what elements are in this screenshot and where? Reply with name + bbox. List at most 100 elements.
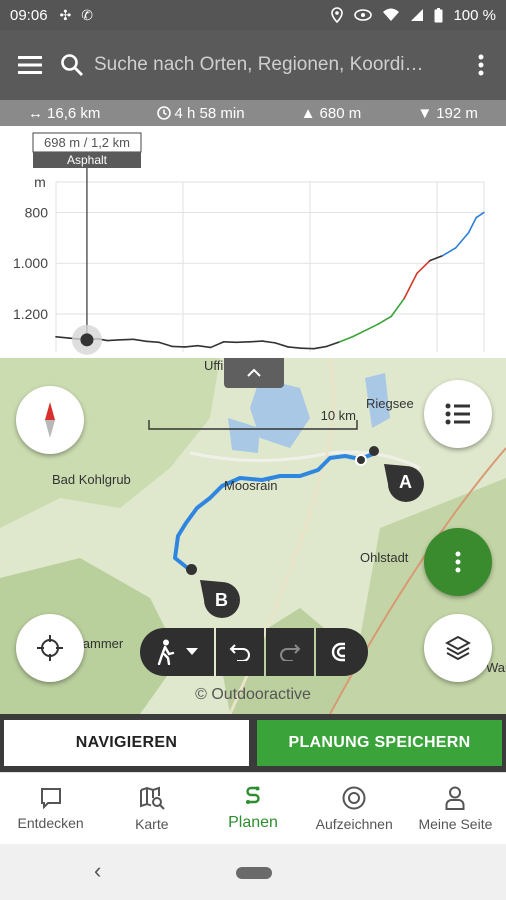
stat-duration: 4 h 58 min: [156, 104, 245, 122]
top-app-bar: Suche nach Orten, Regionen, Koordi…: [0, 30, 506, 100]
system-home-pill[interactable]: [236, 867, 272, 879]
stat-ascent: ▲ 680 m: [301, 105, 362, 122]
battery-icon: [434, 7, 443, 22]
save-plan-button[interactable]: PLANUNG SPEICHERN: [257, 720, 502, 766]
marker-a-label: A: [399, 472, 412, 492]
round-trip-icon: [331, 642, 345, 662]
system-back-icon[interactable]: ‹: [94, 858, 101, 884]
chart-grid: [55, 181, 485, 352]
nav-item-entdecken[interactable]: Entdecken: [0, 773, 101, 844]
data-saver-icon: [354, 9, 373, 21]
more-vertical-icon: [455, 551, 461, 573]
undo-button[interactable]: [216, 628, 264, 676]
waypoint-list-button[interactable]: [424, 380, 492, 448]
elevation-segment: [300, 347, 315, 350]
collapse-chart-button[interactable]: [224, 358, 284, 388]
my-location-button[interactable]: [16, 614, 84, 682]
distance-icon: ↔: [28, 104, 44, 122]
chevron-up-icon: [247, 368, 261, 377]
menu-button[interactable]: [0, 30, 60, 100]
location-icon: [331, 7, 344, 23]
duration-value: 4 h 58 min: [174, 104, 245, 122]
elevation-segment: [467, 216, 478, 234]
elevation-segment: [184, 344, 199, 348]
route-end-point[interactable]: [186, 564, 197, 575]
elevation-segment: [261, 340, 276, 344]
map-layers-button[interactable]: [424, 614, 492, 682]
status-bar: 09:06 ✣ ✆ 100 %: [0, 0, 506, 30]
marker-b-label: B: [215, 590, 228, 610]
list-numbered-icon: [445, 403, 470, 425]
ascent-icon: ▲: [300, 104, 316, 122]
map-view[interactable]: Bad Kohlgrub Riegsee Moosrain Ohlstadt b…: [0, 358, 506, 714]
elevation-segment: [274, 342, 289, 348]
search-field[interactable]: Suche nach Orten, Regionen, Koordi…: [60, 30, 456, 100]
search-placeholder: Suche nach Orten, Regionen, Koordi…: [94, 54, 424, 75]
more-vertical-icon: [478, 54, 484, 76]
elevation-segment: [441, 247, 457, 257]
redo-button[interactable]: [266, 628, 314, 676]
route-planner-icon: [246, 786, 260, 804]
place-waid: Waid: [486, 660, 506, 675]
layers-icon: [445, 635, 471, 661]
elevation-segment: [416, 259, 431, 275]
tooltip-value: 698 m / 1,2 km: [44, 135, 130, 150]
nav-item-karte[interactable]: Karte: [101, 773, 202, 844]
elevation-segment: [55, 335, 70, 339]
elevation-segment: [222, 341, 238, 344]
elevation-segment: [235, 341, 251, 344]
distance-value: 16,6 km: [47, 104, 101, 122]
elevation-chart[interactable]: 1.200 1.000 800 m 698 m / 1,2 km Asphalt: [0, 126, 506, 358]
elevation-segment: [475, 211, 485, 219]
route-waypoint[interactable]: [369, 446, 379, 456]
compass-button[interactable]: [16, 386, 84, 454]
map-copyright: © Outdooractive: [195, 686, 311, 703]
record-icon: [342, 786, 366, 809]
navigate-button[interactable]: NAVIGIEREN: [4, 720, 249, 766]
route-stats-bar: ↔ 16,6 km 4 h 58 min ▲ 680 m ▼ 192 m: [0, 100, 506, 126]
descent-value: 192 m: [436, 104, 478, 122]
more-options-button[interactable]: [456, 30, 506, 100]
options-fab[interactable]: [424, 528, 492, 596]
route-edit-toolbar: [140, 628, 368, 676]
elevation-segment: [287, 346, 302, 349]
place-ohlstadt: Ohlstadt: [360, 550, 409, 565]
crosshair-icon: [37, 635, 63, 661]
clock-icon: [156, 106, 171, 120]
hiking-person-icon: [157, 639, 175, 665]
elevation-segment: [325, 341, 341, 348]
elevation-segment: [132, 338, 148, 343]
stat-distance: ↔ 16,6 km: [28, 105, 100, 122]
marker-a[interactable]: A: [382, 462, 426, 502]
nav-label-meine-seite: Meine Seite: [418, 815, 493, 832]
elevation-segment: [364, 323, 380, 332]
elevation-segment: [209, 341, 225, 349]
nav-label-planen: Planen: [228, 813, 278, 831]
descent-icon: ▼: [417, 104, 433, 122]
route-start-point[interactable]: [355, 454, 367, 466]
action-bar: NAVIGIEREN PLANUNG SPEICHERN: [0, 714, 506, 772]
nav-item-meine-seite[interactable]: Meine Seite: [405, 773, 506, 844]
wifi-icon: [383, 8, 400, 21]
elevation-chart-svg: 1.200 1.000 800 m 698 m / 1,2 km Asphalt: [13, 132, 485, 355]
compass-icon: [45, 402, 55, 438]
elevation-segment: [313, 345, 328, 350]
stat-descent: ▼ 192 m: [417, 105, 478, 122]
redo-icon: [280, 644, 301, 661]
elevation-segment: [197, 344, 212, 349]
chat-bubble-icon: [40, 787, 61, 809]
nav-item-planen[interactable]: Planen: [202, 773, 303, 844]
bottom-navigation: Entdecken Karte Planen Aufzeichnen Meine…: [0, 772, 506, 844]
activity-type-button[interactable]: [140, 628, 214, 676]
search-icon: [61, 54, 83, 76]
nav-item-aufzeichnen[interactable]: Aufzeichnen: [304, 773, 405, 844]
map-scale-bar: 10 km: [148, 408, 358, 430]
y-axis-unit: m: [34, 174, 46, 190]
elevation-segment: [454, 231, 470, 249]
chart-cursor-dot[interactable]: [80, 333, 94, 347]
elevation-segment: [158, 341, 173, 348]
return-to-start-button[interactable]: [316, 628, 368, 676]
elevation-segment: [351, 329, 367, 338]
status-time: 09:06: [10, 6, 48, 24]
marker-b[interactable]: B: [198, 578, 242, 618]
